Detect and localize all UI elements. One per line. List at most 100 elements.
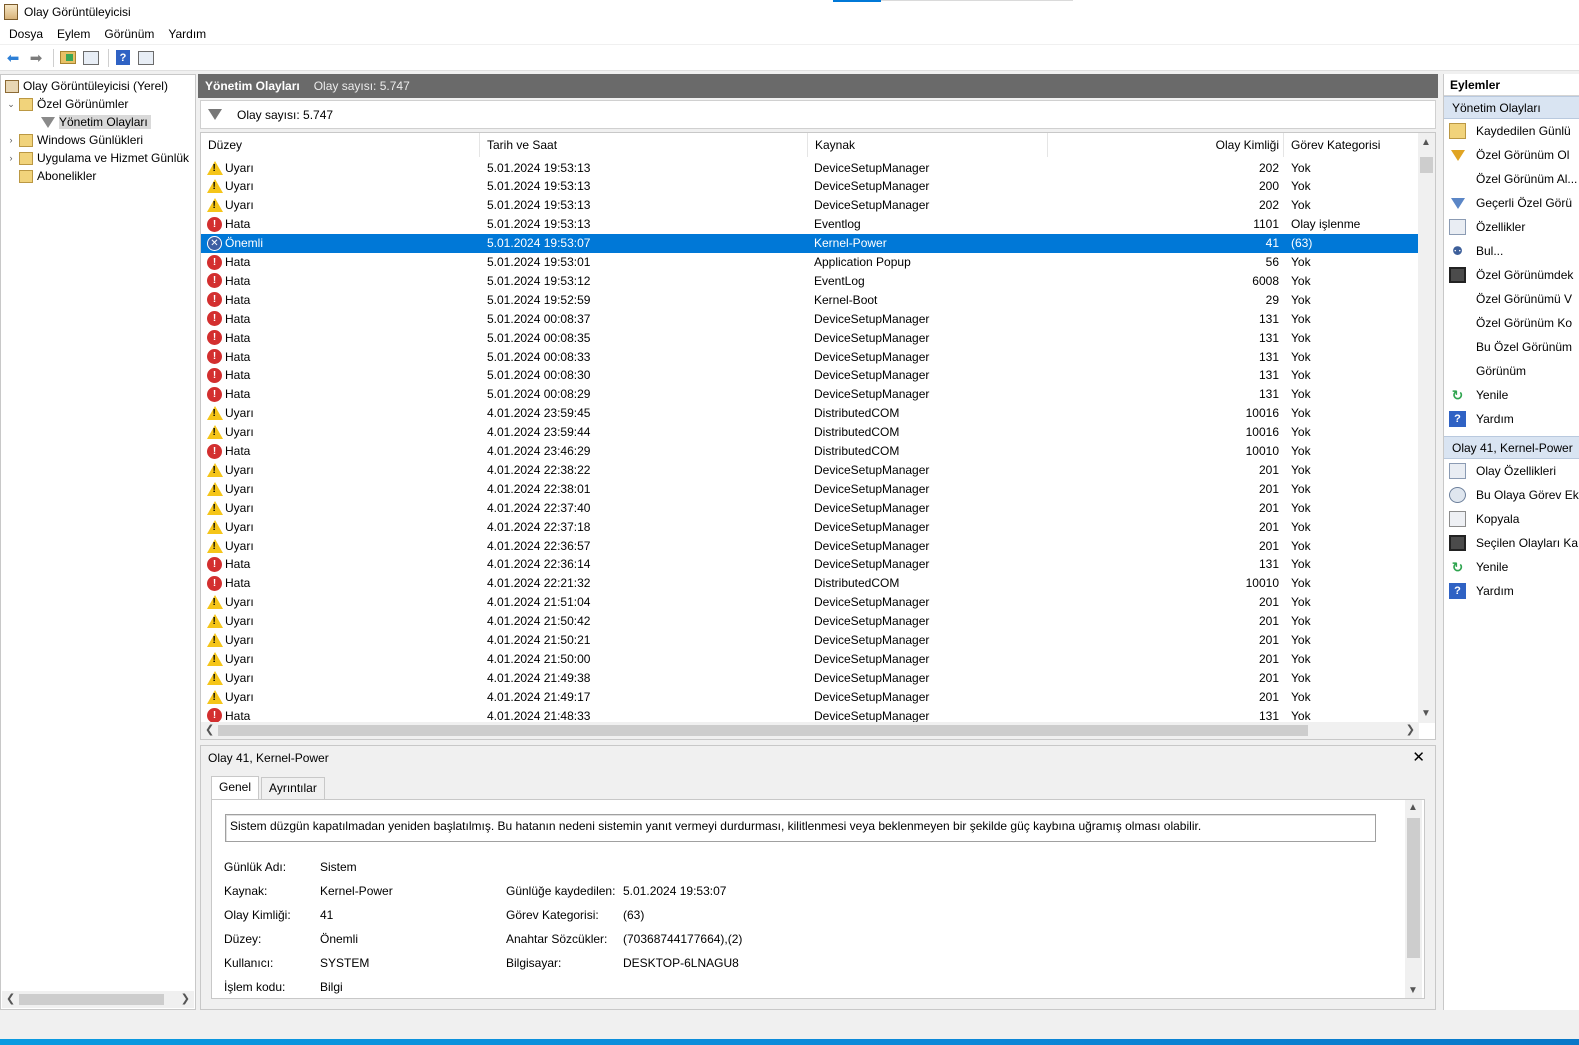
- column-header-category[interactable]: Görev Kategorisi: [1284, 133, 1419, 157]
- show-hide-action-pane-icon[interactable]: [136, 48, 156, 68]
- action-item[interactable]: ↻ Yenile: [1444, 555, 1579, 579]
- scroll-right-icon[interactable]: ❯: [181, 992, 190, 1005]
- scroll-right-icon[interactable]: ❯: [1406, 723, 1415, 736]
- action-item[interactable]: Özel Görünümü V: [1444, 287, 1579, 311]
- menu-help[interactable]: Yardım: [161, 27, 213, 41]
- menu-action[interactable]: Eylem: [50, 27, 97, 41]
- table-row[interactable]: Uyarı 4.01.2024 21:49:17 DeviceSetupManage…: [201, 687, 1419, 706]
- tree-item-app-service-logs[interactable]: › Uygulama ve Hizmet Günlük: [6, 149, 190, 167]
- action-item[interactable]: Bu Özel Görünüm: [1444, 335, 1579, 359]
- action-item[interactable]: Olay Özellikleri: [1444, 459, 1579, 483]
- table-row[interactable]: Uyarı 4.01.2024 22:38:22 DeviceSetupManage…: [201, 460, 1419, 479]
- field-value-keywords[interactable]: (70368744177664),(2): [623, 932, 742, 946]
- field-value-computer[interactable]: DESKTOP-6LNAGU8: [623, 956, 739, 970]
- tree-horizontal-scrollbar[interactable]: ❮ ❯: [2, 991, 194, 1008]
- action-item[interactable]: Özel Görünümdek: [1444, 263, 1579, 287]
- table-row[interactable]: Uyarı 4.01.2024 21:51:04 DeviceSetupManage…: [201, 593, 1419, 612]
- scroll-down-icon[interactable]: ▼: [1421, 708, 1431, 719]
- actions-section-admin-events[interactable]: Yönetim Olayları: [1444, 96, 1579, 119]
- close-icon[interactable]: ✕: [1412, 748, 1425, 766]
- column-header-event-id[interactable]: Olay Kimliği: [1048, 133, 1284, 157]
- action-item[interactable]: ? Yardım: [1444, 407, 1579, 431]
- chevron-right-icon[interactable]: ›: [6, 135, 16, 145]
- table-row[interactable]: ✕ Önemli 5.01.2024 19:53:07 Kernel-Power 41 (…: [201, 233, 1419, 253]
- table-row[interactable]: Uyarı 4.01.2024 21:49:38 DeviceSetupManage…: [201, 668, 1419, 687]
- chevron-right-icon[interactable]: ›: [6, 153, 16, 163]
- table-row[interactable]: ! Hata 4.01.2024 22:36:14 DeviceSetupManage…: [201, 555, 1419, 574]
- scroll-left-icon[interactable]: ❮: [205, 723, 214, 736]
- action-item[interactable]: Kaydedilen Günlü: [1444, 119, 1579, 143]
- menu-file[interactable]: Dosya: [2, 27, 50, 41]
- table-row[interactable]: ! Hata 4.01.2024 23:46:29 DistributedCOM 100…: [201, 442, 1419, 461]
- tree-item-windows-logs[interactable]: › Windows Günlükleri: [6, 131, 144, 149]
- scrollbar-thumb[interactable]: [19, 994, 164, 1005]
- grid-vertical-scrollbar[interactable]: ▲ ▼: [1418, 133, 1435, 723]
- action-item[interactable]: Kopyala: [1444, 507, 1579, 531]
- scroll-down-icon[interactable]: ▼: [1408, 985, 1418, 996]
- action-item[interactable]: ↻ Yenile: [1444, 383, 1579, 407]
- table-row[interactable]: Uyarı 4.01.2024 22:37:18 DeviceSetupManage…: [201, 517, 1419, 536]
- column-header-level[interactable]: Düzey: [201, 133, 480, 157]
- scroll-up-icon[interactable]: ▲: [1421, 137, 1431, 148]
- table-row[interactable]: ! Hata 5.01.2024 19:53:12 EventLog 6008 Yok: [201, 271, 1419, 290]
- table-row[interactable]: ! Hata 5.01.2024 19:53:01 Application Popup…: [201, 253, 1419, 272]
- scroll-up-icon[interactable]: ▲: [1408, 802, 1418, 813]
- field-value-level[interactable]: Önemli: [320, 932, 358, 946]
- tree-item-admin-events[interactable]: Yönetim Olayları: [41, 113, 151, 131]
- table-row[interactable]: Uyarı 5.01.2024 19:53:13 DeviceSetupManage…: [201, 177, 1419, 196]
- table-row[interactable]: ! Hata 5.01.2024 00:08:35 DeviceSetupManage…: [201, 328, 1419, 347]
- column-header-date[interactable]: Tarih ve Saat: [480, 133, 808, 157]
- forward-icon[interactable]: ➡: [26, 48, 46, 68]
- table-row[interactable]: ! Hata 5.01.2024 00:08:29 DeviceSetupManage…: [201, 385, 1419, 404]
- field-value-user[interactable]: SYSTEM: [320, 956, 369, 970]
- grid-horizontal-scrollbar[interactable]: ❮ ❯: [201, 722, 1419, 739]
- table-row[interactable]: ! Hata 5.01.2024 00:08:37 DeviceSetupManage…: [201, 309, 1419, 328]
- action-item[interactable]: Bu Olaya Görev Ek: [1444, 483, 1579, 507]
- actions-section-event[interactable]: Olay 41, Kernel-Power: [1444, 436, 1579, 459]
- scrollbar-thumb[interactable]: [218, 725, 1308, 736]
- action-item[interactable]: Özellikler: [1444, 215, 1579, 239]
- table-row[interactable]: Uyarı 5.01.2024 19:53:13 DeviceSetupManage…: [201, 196, 1419, 215]
- table-row[interactable]: Uyarı 4.01.2024 23:59:44 DistributedCOM 100…: [201, 423, 1419, 442]
- tree-item-subscriptions[interactable]: Abonelikler: [19, 167, 96, 185]
- open-folder-icon[interactable]: [58, 48, 78, 68]
- tab-general[interactable]: Genel: [211, 776, 260, 799]
- table-row[interactable]: Uyarı 4.01.2024 22:38:01 DeviceSetupManage…: [201, 479, 1419, 498]
- action-item[interactable]: Seçilen Olayları Ka: [1444, 531, 1579, 555]
- menu-view[interactable]: Görünüm: [97, 27, 161, 41]
- chevron-down-icon[interactable]: ⌄: [6, 99, 16, 110]
- tree-item-root[interactable]: Olay Görüntüleyicisi (Yerel): [5, 77, 168, 95]
- action-item[interactable]: Görünüm: [1444, 359, 1579, 383]
- table-row[interactable]: ! Hata 5.01.2024 19:52:59 Kernel-Boot 29 Yok: [201, 290, 1419, 309]
- action-item[interactable]: Özel Görünüm Al...: [1444, 167, 1579, 191]
- action-item[interactable]: ⚉ Bul...: [1444, 239, 1579, 263]
- action-item[interactable]: Özel Görünüm Ko: [1444, 311, 1579, 335]
- table-row[interactable]: Uyarı 4.01.2024 21:50:42 DeviceSetupManage…: [201, 612, 1419, 631]
- table-row[interactable]: Uyarı 4.01.2024 21:50:00 DeviceSetupManage…: [201, 649, 1419, 668]
- field-value-opcode[interactable]: Bilgi: [320, 980, 343, 994]
- field-value-task-category[interactable]: (63): [623, 908, 644, 922]
- tab-details[interactable]: Ayrıntılar: [261, 777, 325, 799]
- field-value-source[interactable]: Kernel-Power: [320, 884, 393, 898]
- scroll-left-icon[interactable]: ❮: [6, 992, 15, 1005]
- table-row[interactable]: Uyarı 5.01.2024 19:53:13 DeviceSetupManage…: [201, 158, 1419, 177]
- action-item[interactable]: ? Yardım: [1444, 579, 1579, 603]
- table-row[interactable]: ! Hata 5.01.2024 00:08:33 DeviceSetupManage…: [201, 347, 1419, 366]
- action-item[interactable]: Özel Görünüm Ol: [1444, 143, 1579, 167]
- column-header-source[interactable]: Kaynak: [808, 133, 1048, 157]
- tree-item-custom-views[interactable]: ⌄ Özel Görünümler: [6, 95, 128, 113]
- back-icon[interactable]: ⬅: [3, 48, 23, 68]
- table-row[interactable]: ! Hata 4.01.2024 22:21:32 DistributedCOM 100…: [201, 574, 1419, 593]
- event-description[interactable]: Sistem düzgün kapatılmadan yeniden başla…: [225, 814, 1376, 842]
- table-row[interactable]: Uyarı 4.01.2024 22:37:40 DeviceSetupManage…: [201, 498, 1419, 517]
- help-icon[interactable]: ?: [113, 48, 133, 68]
- field-value-event-id[interactable]: 41: [320, 908, 333, 922]
- table-row[interactable]: Uyarı 4.01.2024 21:50:21 DeviceSetupManage…: [201, 631, 1419, 650]
- table-row[interactable]: Uyarı 4.01.2024 22:36:57 DeviceSetupManage…: [201, 536, 1419, 555]
- table-row[interactable]: ! Hata 5.01.2024 00:08:30 DeviceSetupManage…: [201, 366, 1419, 385]
- table-row[interactable]: Uyarı 4.01.2024 23:59:45 DistributedCOM 100…: [201, 404, 1419, 423]
- show-hide-tree-icon[interactable]: [81, 48, 101, 68]
- scrollbar-thumb[interactable]: [1420, 157, 1433, 173]
- details-vertical-scrollbar[interactable]: ▲ ▼: [1405, 800, 1422, 998]
- scrollbar-thumb[interactable]: [1407, 818, 1420, 958]
